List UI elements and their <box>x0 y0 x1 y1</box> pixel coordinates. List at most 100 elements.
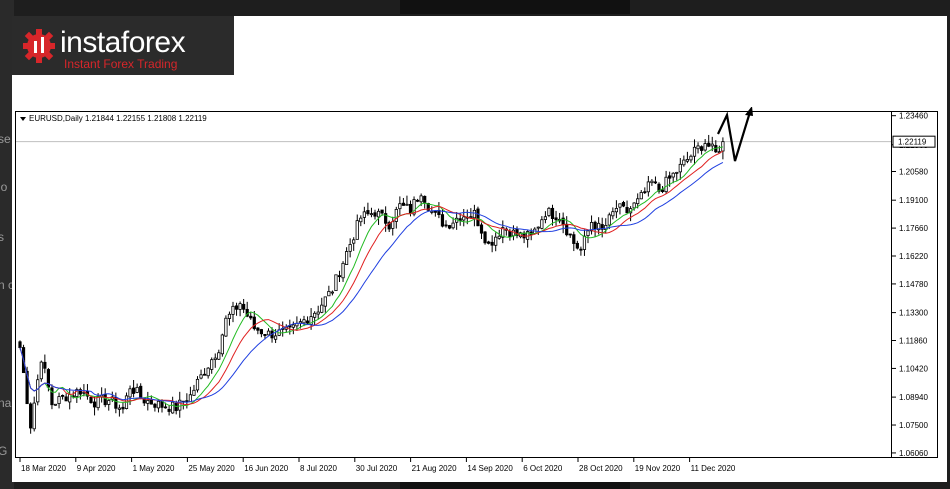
candle-body <box>639 192 643 200</box>
candle-body <box>401 202 406 206</box>
candle-body <box>256 327 260 331</box>
candle-body <box>536 226 540 229</box>
candle-body <box>554 217 558 221</box>
candle-body <box>607 214 611 226</box>
candle-body <box>362 211 366 218</box>
candle-body <box>32 402 36 430</box>
x-tick-label: 30 Jul 2020 <box>356 464 398 473</box>
candle-body <box>291 324 295 328</box>
x-tick-label: 6 Oct 2020 <box>523 464 563 473</box>
candle-body <box>497 235 501 239</box>
candle-body <box>64 396 68 402</box>
candle-body <box>703 143 707 151</box>
candle-body <box>707 142 711 147</box>
candle-body <box>224 317 228 337</box>
y-tick-label: 1.23460 <box>899 112 928 121</box>
candle-body <box>117 407 121 410</box>
candle-body <box>316 311 320 315</box>
y-tick-label: 1.08940 <box>899 393 928 402</box>
candle-body <box>586 230 590 237</box>
x-tick-label: 1 May 2020 <box>133 464 175 473</box>
candle-body <box>700 146 704 151</box>
gear-icon <box>23 29 55 63</box>
candle-body <box>678 163 682 173</box>
candle-body <box>621 202 626 207</box>
candle-body <box>582 235 587 250</box>
candle-body <box>238 303 242 310</box>
candle-body <box>550 207 555 220</box>
candle-body <box>18 341 22 349</box>
candle-body <box>572 234 576 244</box>
candle-body <box>188 394 192 403</box>
candle-body <box>494 236 498 246</box>
x-tick-label: 18 Mar 2020 <box>21 464 66 473</box>
candle-body <box>373 212 377 217</box>
candle-body <box>199 374 203 379</box>
background-text: lo <box>0 180 8 194</box>
candle-body <box>668 175 672 179</box>
candle-body <box>149 399 153 405</box>
candle-body <box>490 241 494 246</box>
candle-body <box>430 210 434 213</box>
candle-body <box>36 379 40 403</box>
candle-body <box>220 334 224 355</box>
y-tick-label: 1.17660 <box>899 224 928 233</box>
candle-body <box>213 357 217 361</box>
x-tick-label: 11 Dec 2020 <box>691 464 736 473</box>
candle-body <box>632 202 636 209</box>
candle-body <box>266 330 271 336</box>
candle-body <box>486 241 491 244</box>
y-tick-label: 1.06060 <box>899 449 928 458</box>
x-tick-label: 21 Aug 2020 <box>412 464 457 473</box>
candle-body <box>565 223 569 236</box>
symbol-label: EURUSD,Daily 1.21844 1.22155 1.21808 1.2… <box>29 114 207 123</box>
candle-body <box>234 305 239 310</box>
candle-body <box>121 406 125 410</box>
candle-body <box>618 203 622 208</box>
candle-body <box>195 378 200 391</box>
candle-body <box>575 242 579 249</box>
candle-body <box>132 387 136 394</box>
candle-body <box>327 291 331 297</box>
candle-body <box>540 219 544 229</box>
candle-body <box>398 203 402 210</box>
y-tick-label: 1.10420 <box>899 364 928 373</box>
candle-body <box>359 217 363 223</box>
candle-body <box>53 403 58 406</box>
background-text: na <box>0 396 12 410</box>
candle-body <box>696 145 700 150</box>
candle-body <box>146 400 150 404</box>
candle-body <box>682 159 686 166</box>
candle-body <box>671 172 675 178</box>
candle-body <box>543 216 548 220</box>
x-tick-label: 8 Jul 2020 <box>300 464 337 473</box>
candle-body <box>423 195 427 203</box>
candle-body <box>451 222 455 229</box>
candle-body <box>153 403 157 408</box>
x-tick-label: 25 May 2020 <box>188 464 235 473</box>
chart-frame: 1.234601.219601.205801.191001.176601.162… <box>15 106 944 479</box>
candle-body <box>163 406 168 409</box>
candle-body <box>710 143 714 147</box>
candle-body <box>259 329 263 335</box>
candle-body <box>625 207 629 214</box>
candle-body <box>305 320 310 324</box>
x-tick-label: 14 Sep 2020 <box>467 464 513 473</box>
price-chart[interactable]: 1.234601.219601.205801.191001.176601.162… <box>15 106 944 479</box>
candle-body <box>636 198 640 205</box>
candle-body <box>68 394 72 403</box>
candle-body <box>352 239 356 244</box>
candle-body <box>433 210 437 213</box>
candle-body <box>330 291 335 294</box>
candle-body <box>355 220 359 240</box>
candle-body <box>171 401 175 414</box>
candle-body <box>156 400 161 409</box>
candle-body <box>568 233 572 236</box>
candle-body <box>579 248 583 251</box>
y-tick-label: 1.20580 <box>899 168 928 177</box>
candle-body <box>103 394 107 406</box>
candle-body <box>273 335 278 340</box>
candle-body <box>202 373 207 376</box>
candle-body <box>231 305 235 315</box>
candle-body <box>302 319 306 324</box>
